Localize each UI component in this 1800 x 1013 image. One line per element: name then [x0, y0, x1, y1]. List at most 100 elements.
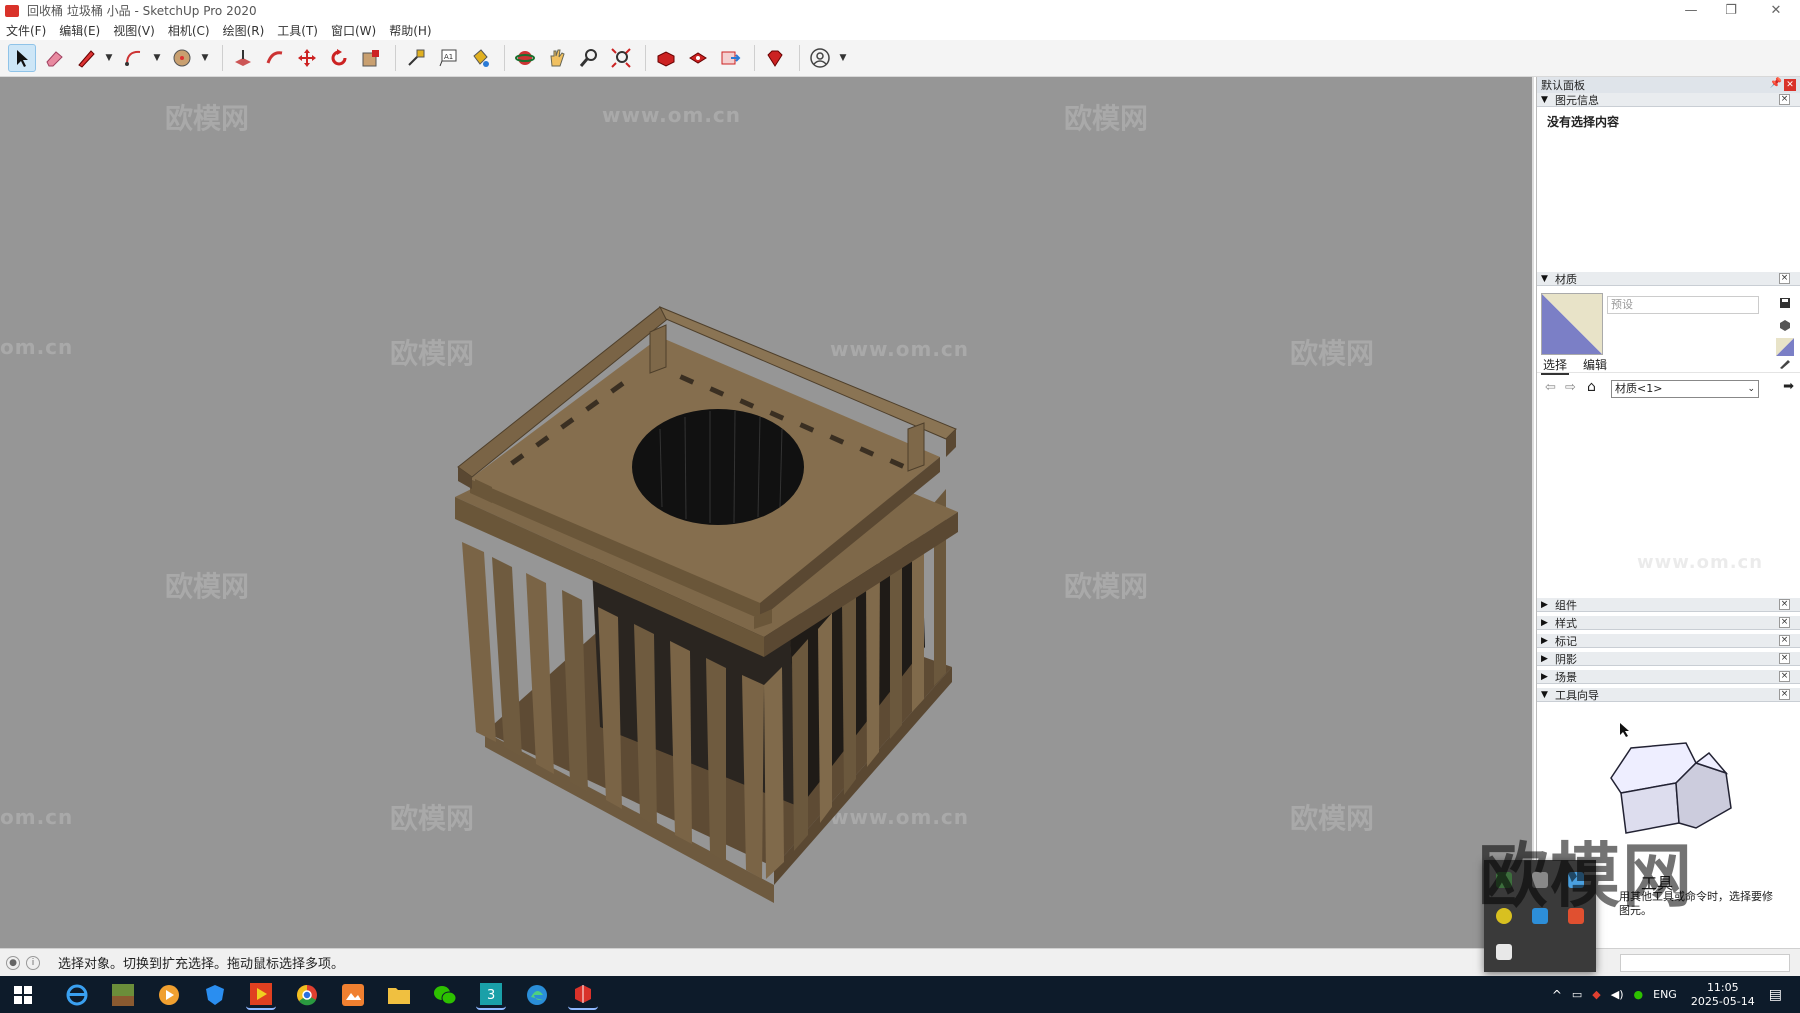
edge-browser-icon[interactable]	[522, 980, 552, 1010]
network-icon[interactable]: ▭	[1572, 988, 1582, 1001]
watermark-brand: 欧模网	[1290, 337, 1375, 370]
wechat-icon[interactable]	[430, 980, 460, 1010]
menu-draw[interactable]: 绘图(R)	[223, 22, 265, 39]
panel-close-button[interactable]: ×	[1779, 689, 1790, 700]
materials-header[interactable]: ▼ 材质 ×	[1537, 272, 1800, 286]
toolbar-separator	[645, 45, 646, 71]
default-material-icon[interactable]	[1776, 338, 1794, 356]
components-header[interactable]: ▶ 组件 ×	[1537, 598, 1800, 612]
select-tool-button[interactable]	[8, 44, 36, 72]
clock[interactable]: 11:05 2025-05-14	[1691, 981, 1755, 1009]
panel-close-button[interactable]: ×	[1779, 671, 1790, 682]
ruby-console-button[interactable]	[761, 44, 789, 72]
styles-header[interactable]: ▶ 样式 ×	[1537, 616, 1800, 630]
create-material-icon[interactable]	[1778, 318, 1792, 332]
save-material-icon[interactable]	[1778, 296, 1792, 310]
app-tray-icon[interactable]	[1496, 944, 1512, 960]
video-app-icon[interactable]	[246, 980, 276, 1010]
panel-close-button[interactable]: ×	[1779, 273, 1790, 284]
material-collection-select[interactable]: 材质<1> ⌄	[1611, 380, 1759, 398]
show-hidden-icons-chevron-icon[interactable]: ^	[1552, 988, 1562, 1002]
menu-edit[interactable]: 编辑(E)	[59, 22, 100, 39]
shape-tool-dropdown[interactable]: ▼	[200, 44, 210, 72]
close-button[interactable]: ✕	[1753, 0, 1799, 21]
panel-close-button[interactable]: ×	[1779, 653, 1790, 664]
tape-measure-tool-button[interactable]	[402, 44, 430, 72]
line-tool-button[interactable]	[72, 44, 100, 72]
geo-location-icon[interactable]: ●	[6, 955, 20, 970]
move-tool-button[interactable]	[293, 44, 321, 72]
3dsmax-icon[interactable]: 3	[476, 980, 506, 1010]
extension-warehouse-button[interactable]	[684, 44, 712, 72]
modeling-viewport[interactable]: 欧模网 www.om.cn 欧模网 om.cn 欧模网 www.om.cn 欧模…	[0, 77, 1534, 948]
orbit-tool-button[interactable]	[511, 44, 539, 72]
input-language[interactable]: ENG	[1653, 988, 1677, 1001]
account-dropdown[interactable]: ▼	[838, 44, 848, 72]
line-tool-dropdown[interactable]: ▼	[104, 44, 114, 72]
scale-tool-button[interactable]	[357, 44, 385, 72]
forward-arrow-icon[interactable]: ⇨	[1565, 380, 1576, 395]
update-alert-icon[interactable]: ◆	[1592, 988, 1600, 1001]
image-viewer-icon[interactable]	[338, 980, 368, 1010]
minecraft-icon[interactable]	[108, 980, 138, 1010]
ie-browser-icon[interactable]	[62, 980, 92, 1010]
tags-header[interactable]: ▶ 标记 ×	[1537, 634, 1800, 648]
tray-close-button[interactable]: ✕	[1784, 79, 1796, 91]
instructor-header[interactable]: ▼ 工具向导 ×	[1537, 688, 1800, 702]
material-swatch[interactable]	[1541, 293, 1603, 355]
text-tool-button[interactable]: A1	[434, 44, 462, 72]
info-icon[interactable]: i	[26, 955, 40, 970]
zoom-tool-button[interactable]	[575, 44, 603, 72]
scenes-header[interactable]: ▶ 场景 ×	[1537, 670, 1800, 684]
paint-bucket-tool-button[interactable]	[466, 44, 494, 72]
menu-camera[interactable]: 相机(C)	[168, 22, 210, 39]
panel-close-button[interactable]: ×	[1779, 94, 1790, 105]
panel-close-button[interactable]: ×	[1779, 599, 1790, 610]
menu-tools[interactable]: 工具(T)	[277, 22, 318, 39]
details-arrow-icon[interactable]: ➡	[1783, 379, 1794, 394]
entity-info-title: 图元信息	[1555, 93, 1599, 107]
volume-icon[interactable]: ◀)	[1611, 988, 1624, 1001]
home-icon[interactable]: ⌂	[1587, 379, 1596, 395]
back-arrow-icon[interactable]: ⇦	[1545, 380, 1556, 395]
material-list[interactable]: www.om.cn	[1537, 402, 1800, 598]
pin-icon[interactable]: 📌	[1770, 78, 1782, 89]
svg-text:3: 3	[487, 988, 495, 1003]
security-shield-icon[interactable]	[200, 980, 230, 1010]
shape-tool-button[interactable]	[168, 44, 196, 72]
ruby-gem-icon	[767, 50, 783, 67]
arc-tool-button[interactable]	[120, 44, 148, 72]
shadows-header[interactable]: ▶ 阴影 ×	[1537, 652, 1800, 666]
follow-me-tool-button[interactable]	[261, 44, 289, 72]
zoom-extents-tool-button[interactable]	[607, 44, 635, 72]
account-button[interactable]	[806, 44, 834, 72]
instructor-title: 工具向导	[1555, 688, 1599, 702]
eraser-tool-button[interactable]	[40, 44, 68, 72]
menu-help[interactable]: 帮助(H)	[389, 22, 431, 39]
send-to-layout-button[interactable]	[716, 44, 744, 72]
rotate-tool-button[interactable]	[325, 44, 353, 72]
chrome-icon[interactable]	[292, 980, 322, 1010]
panel-close-button[interactable]: ×	[1779, 635, 1790, 646]
restore-button[interactable]: ❐	[1708, 0, 1754, 21]
3d-warehouse-button[interactable]	[652, 44, 680, 72]
media-player-icon[interactable]	[154, 980, 184, 1010]
panel-close-button[interactable]: ×	[1779, 617, 1790, 628]
windows-start-icon[interactable]	[14, 985, 32, 1004]
notification-center-icon[interactable]: ▤	[1769, 987, 1782, 1003]
sketchup-taskbar-icon[interactable]	[568, 980, 598, 1010]
arc-tool-dropdown[interactable]: ▼	[152, 44, 162, 72]
menu-file[interactable]: 文件(F)	[6, 22, 46, 39]
wechat-tray-icon[interactable]: ●	[1634, 988, 1644, 1001]
menu-view[interactable]: 视图(V)	[113, 22, 155, 39]
pan-tool-button[interactable]	[543, 44, 571, 72]
sample-paint-icon[interactable]	[1778, 356, 1792, 370]
entity-info-header[interactable]: ▼ 图元信息 ×	[1537, 93, 1800, 107]
file-explorer-icon[interactable]	[384, 980, 414, 1010]
trash-bin-model[interactable]	[400, 167, 1020, 927]
menu-window[interactable]: 窗口(W)	[331, 22, 376, 39]
push-pull-tool-button[interactable]	[229, 44, 257, 72]
measurements-box[interactable]	[1620, 954, 1790, 972]
expand-triangle-icon: ▶	[1541, 599, 1548, 610]
material-name-field[interactable]: 预设	[1607, 296, 1759, 314]
